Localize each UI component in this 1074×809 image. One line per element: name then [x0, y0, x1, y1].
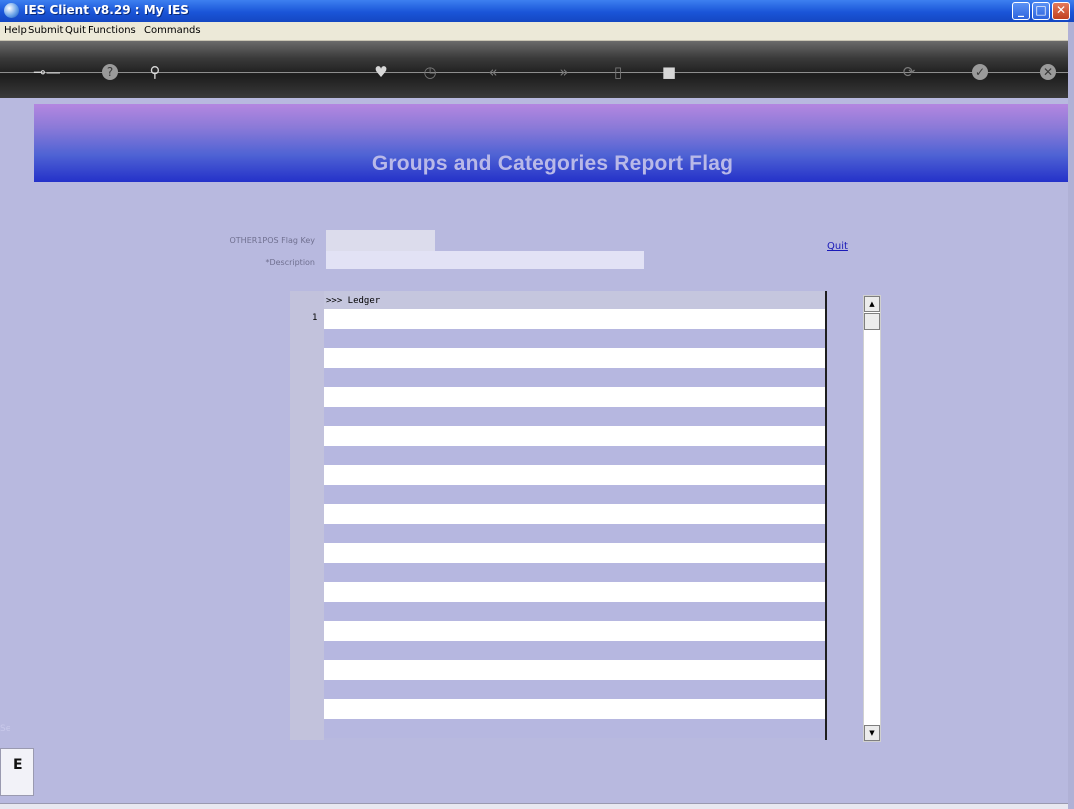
menu-help[interactable]: Help — [4, 25, 27, 36]
key-icon[interactable]: ⊸— — [32, 62, 62, 82]
scroll-up-button[interactable]: ▲ — [864, 296, 880, 312]
table-row[interactable] — [324, 640, 825, 660]
title-bar: IES Client v8.29 : My IES _ □ ✕ — [0, 0, 1074, 22]
flag-key-input[interactable] — [326, 230, 435, 251]
table-row[interactable] — [324, 523, 825, 543]
menu-submit[interactable]: Submit — [28, 25, 63, 36]
table-row[interactable] — [324, 445, 825, 465]
check-icon[interactable]: ✓ — [972, 64, 988, 80]
right-edge — [1068, 22, 1074, 809]
side-box-glyph: E — [13, 757, 23, 773]
search-icon[interactable]: ⚲ — [145, 62, 165, 82]
table-row[interactable] — [324, 504, 825, 524]
clock-icon[interactable]: ◷ — [420, 62, 440, 82]
page-icon[interactable]: ▯ — [608, 62, 628, 82]
table-row[interactable] — [324, 484, 825, 504]
grid-border — [825, 291, 827, 740]
scroll-down-button[interactable]: ▼ — [864, 725, 880, 741]
toolbar: ⊸— ? ⚲ ♥ ◷ « » ▯ ■ ⟳ ✓ ✕ — [0, 41, 1074, 98]
close-window-button[interactable]: ✕ — [1052, 2, 1070, 20]
page-title: Groups and Categories Report Flag — [371, 152, 734, 175]
bottom-edge — [0, 803, 1074, 809]
previous-icon[interactable]: « — [483, 62, 503, 82]
grid-column-header[interactable]: >>> Ledger — [324, 291, 825, 309]
refresh-icon[interactable]: ⟳ — [899, 62, 919, 82]
table-row[interactable] — [324, 309, 825, 329]
row-number: 1 — [312, 313, 318, 323]
menu-quit[interactable]: Quit — [65, 25, 86, 36]
table-row[interactable] — [324, 465, 825, 485]
help-icon[interactable]: ? — [102, 64, 118, 80]
table-row[interactable] — [324, 699, 825, 719]
stop-icon[interactable]: ■ — [659, 62, 679, 82]
next-icon[interactable]: » — [554, 62, 574, 82]
minimize-button[interactable]: _ — [1012, 2, 1030, 20]
menu-bar: Help Submit Quit Functions Commands — [0, 22, 1074, 41]
table-row[interactable] — [324, 426, 825, 446]
table-row[interactable] — [324, 562, 825, 582]
table-row[interactable] — [324, 543, 825, 563]
description-input[interactable] — [326, 251, 644, 269]
table-row[interactable] — [324, 718, 825, 738]
table-row[interactable] — [324, 387, 825, 407]
side-panel-box[interactable]: E — [0, 748, 34, 796]
window-title: IES Client v8.29 : My IES — [24, 3, 189, 17]
description-label: *Description — [265, 258, 315, 267]
flag-key-label: OTHER1POS Flag Key — [229, 236, 316, 245]
table-row[interactable] — [324, 348, 825, 368]
menu-functions[interactable]: Functions — [88, 25, 136, 36]
grid-rows — [324, 309, 825, 740]
side-panel-fragment: Se — [0, 724, 10, 734]
heart-icon[interactable]: ♥ — [371, 62, 391, 82]
menu-commands[interactable]: Commands — [144, 25, 201, 36]
table-row[interactable] — [324, 367, 825, 387]
table-row[interactable] — [324, 328, 825, 348]
scroll-thumb[interactable] — [864, 313, 880, 330]
maximize-button[interactable]: □ — [1032, 2, 1050, 20]
table-row[interactable] — [324, 406, 825, 426]
table-row[interactable] — [324, 601, 825, 621]
grid-scrollbar[interactable]: ▲ ▼ — [863, 295, 881, 742]
quit-link[interactable]: Quit — [827, 241, 848, 252]
header-banner: Groups and Categories Report Flag — [34, 104, 1071, 182]
ledger-grid: >>> Ledger 1 — [290, 291, 827, 740]
table-row[interactable] — [324, 621, 825, 641]
app-icon — [4, 3, 19, 18]
table-row[interactable] — [324, 582, 825, 602]
row-number-gutter — [290, 291, 324, 740]
table-row[interactable] — [324, 679, 825, 699]
close-icon[interactable]: ✕ — [1040, 64, 1056, 80]
table-row[interactable] — [324, 660, 825, 680]
